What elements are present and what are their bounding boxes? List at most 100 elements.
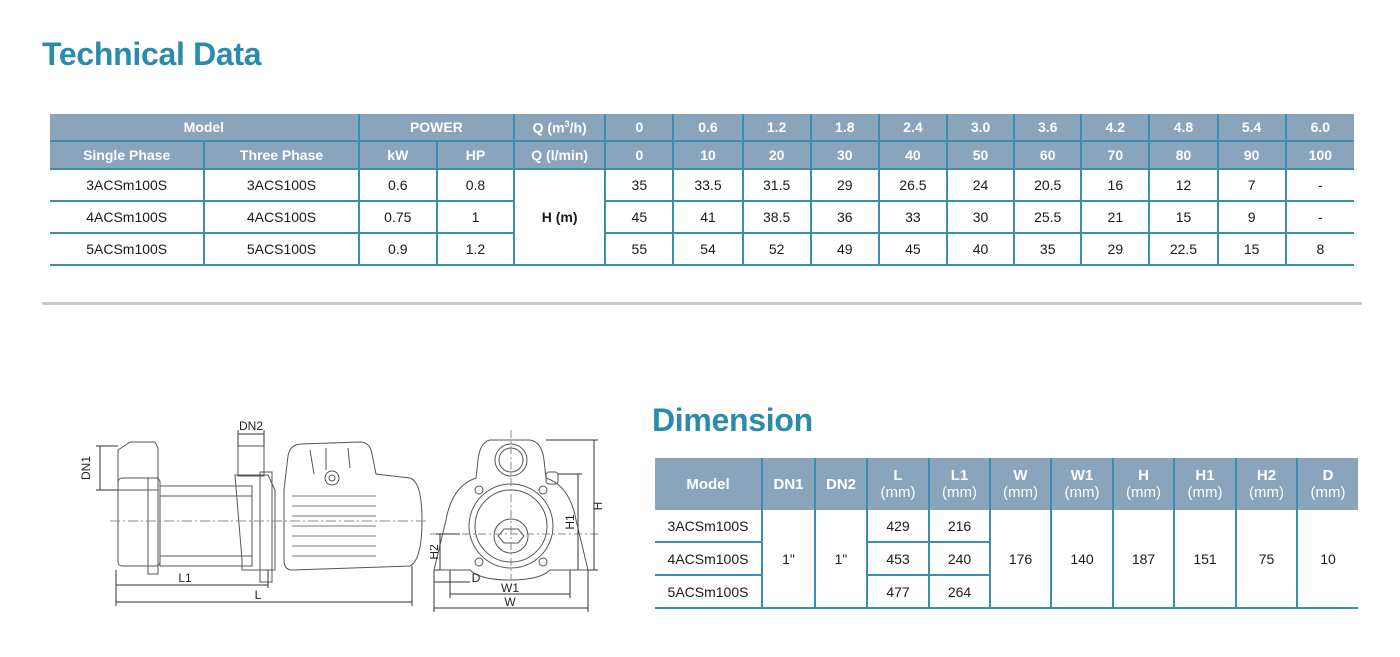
q-m3h-prefix: Q (m [532, 119, 565, 136]
three-phase-header: Three Phase [203, 141, 360, 170]
l-label: L [255, 588, 262, 602]
dim-w1: 140 [1050, 510, 1114, 609]
power-header: POWER [357, 114, 516, 142]
hp-value: 0.8 [435, 169, 516, 202]
dim-l1: 240 [928, 542, 990, 576]
head-value: 24 [945, 169, 1016, 202]
head-value: - [1284, 169, 1354, 202]
cable-gland [324, 470, 340, 486]
head-value: 9 [1216, 201, 1287, 234]
q-lmin-value: 40 [877, 141, 948, 170]
q-m3h-suffix: /h) [569, 119, 587, 136]
q-lmin-header: Q (l/min) [513, 141, 607, 170]
dim-header-l1: L1 (mm) [928, 458, 991, 510]
three-phase-model: 3ACS100S [203, 169, 360, 202]
dim-d: 10 [1296, 510, 1358, 609]
dim-l1: 216 [928, 510, 991, 543]
hp-header: HP [435, 141, 516, 170]
head-value: 38.5 [741, 201, 812, 234]
q-lmin-value: 30 [809, 141, 880, 170]
dim-model: 4ACSm100S [655, 542, 763, 576]
head-value: 29 [809, 169, 880, 202]
head-value: 45 [877, 233, 948, 266]
single-phase-model: 3ACSm100S [50, 169, 206, 202]
kw-value: 0.6 [357, 169, 438, 202]
dim-header-h: H (mm) [1112, 458, 1175, 510]
h2-label: H2 [430, 544, 441, 560]
q-m3h-value: 4.8 [1148, 114, 1219, 142]
head-value: 41 [672, 201, 744, 234]
head-value: 25.5 [1013, 201, 1083, 234]
pump-front-view-drawing: H H1 H2 D W1 W [430, 430, 605, 612]
dim-header-d: D (mm) [1296, 458, 1358, 510]
q-m3h-value: 2.4 [877, 114, 948, 142]
dim-header-label: DN2 [825, 475, 856, 493]
head-value: 55 [604, 233, 675, 266]
q-m3h-value: 1.8 [809, 114, 880, 142]
dim-header-dn1: DN1 [761, 458, 816, 510]
dim-header-label: L [893, 467, 903, 484]
head-value: 35 [604, 169, 675, 202]
dim-model: 5ACSm100S [655, 575, 763, 609]
head-value: 22.5 [1148, 233, 1219, 266]
dimension-title: Dimension [652, 402, 813, 438]
q-m3h-value: 3.6 [1013, 114, 1083, 142]
dimension-table: Model DN1 DN2 L (mm) L1 (mm) W (mm) W1 (mm) … [655, 458, 1358, 609]
dim-header-w1: W1 (mm) [1050, 458, 1114, 510]
q-m3h-value: 0 [604, 114, 675, 142]
head-value: 29 [1080, 233, 1151, 266]
dim-header-w: W (mm) [989, 458, 1052, 510]
q-m3h-value: 3.0 [945, 114, 1016, 142]
dim-header-l: L (mm) [866, 458, 930, 510]
technical-data-title: Technical Data [42, 36, 262, 72]
single-phase-header: Single Phase [50, 141, 206, 170]
header-row-1: Model POWER Q (m3/h) 0 0.6 1.2 1.8 2.4 3… [50, 114, 1354, 142]
model-header: Model [50, 114, 360, 142]
head-value: 35 [1013, 233, 1083, 266]
head-value: 12 [1148, 169, 1219, 202]
dim-header-unit: (mm) [1187, 484, 1223, 501]
head-value: 52 [741, 233, 812, 266]
dim-h1: 151 [1173, 510, 1237, 609]
dim-header-h1: H1 (mm) [1173, 458, 1237, 510]
head-value: 21 [1080, 201, 1151, 234]
q-m3h-value: 4.2 [1080, 114, 1151, 142]
dim-l: 429 [866, 510, 930, 543]
d-label: D [472, 571, 481, 585]
q-lmin-value: 20 [741, 141, 812, 170]
head-value: 7 [1216, 169, 1287, 202]
head-value: 54 [672, 233, 744, 266]
dim-header-dn2: DN2 [814, 458, 868, 510]
w1-label: W1 [501, 581, 519, 595]
table-row: 3ACSm100S 3ACS100S 0.6 0.8 H (m) 35 33.5… [50, 169, 1354, 266]
section-divider [42, 302, 1362, 305]
three-phase-model: 4ACS100S [203, 201, 360, 234]
dim-header-label: W [1013, 467, 1028, 484]
dim-header-unit: (mm) [880, 484, 916, 501]
head-value: 49 [809, 233, 880, 266]
h1-label: H1 [563, 514, 577, 530]
single-phase-model: 4ACSm100S [50, 201, 206, 234]
head-value: 40 [945, 233, 1016, 266]
dim-l1: 264 [928, 575, 990, 609]
cable-gland-front [545, 471, 559, 485]
dim-dn1: 1" [761, 510, 816, 609]
technical-data-table: Model POWER Q (m3/h) 0 0.6 1.2 1.8 2.4 3… [50, 114, 1354, 266]
q-lmin-value: 90 [1216, 141, 1287, 170]
head-value: - [1284, 201, 1354, 234]
dim-header-label: D [1322, 467, 1334, 484]
dim-h: 187 [1112, 510, 1175, 609]
dn2-label: DN2 [239, 420, 263, 433]
dim-header-label: Model [686, 475, 730, 493]
dim-header-model: Model [655, 458, 763, 510]
kw-value: 0.75 [357, 201, 438, 234]
q-lmin-value: 100 [1284, 141, 1354, 170]
head-value: 31.5 [741, 169, 812, 202]
kw-value: 0.9 [357, 233, 438, 266]
head-value: 15 [1216, 233, 1287, 266]
pump-end-cover [117, 477, 161, 567]
head-value: 33.5 [672, 169, 744, 202]
w-label: W [504, 595, 516, 609]
dim-header-label: H [1138, 467, 1149, 484]
dim-header-unit: (mm) [942, 484, 977, 501]
